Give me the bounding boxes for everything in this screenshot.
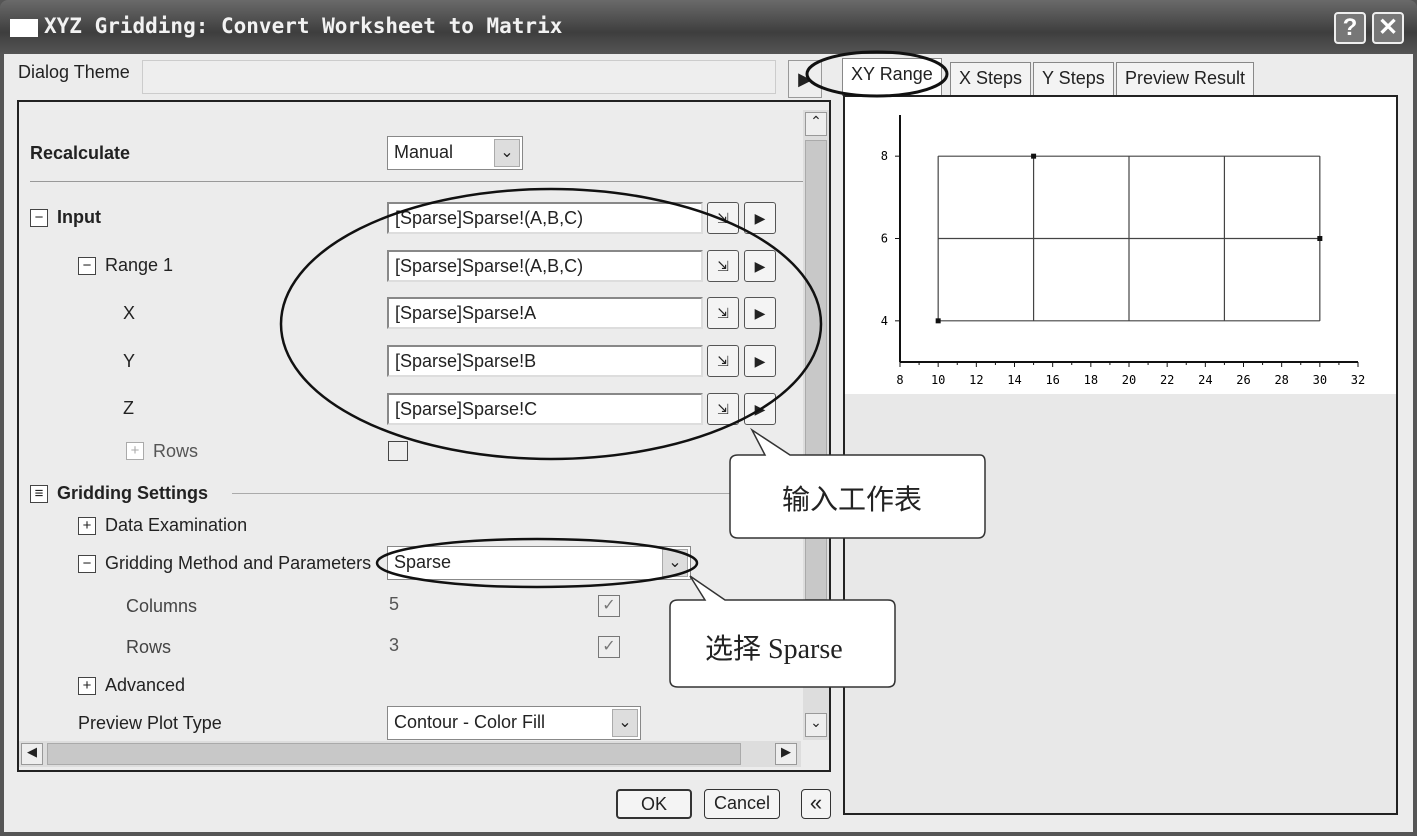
tab-highlight-ellipse — [805, 50, 949, 98]
sparse-callout-text: 选择 Sparse — [705, 634, 843, 665]
method-highlight-ellipse — [375, 537, 699, 589]
input-callout-text: 输入工作表 — [782, 483, 923, 516]
input-highlight-ellipse — [279, 187, 823, 461]
annotation-overlay — [279, 50, 986, 688]
